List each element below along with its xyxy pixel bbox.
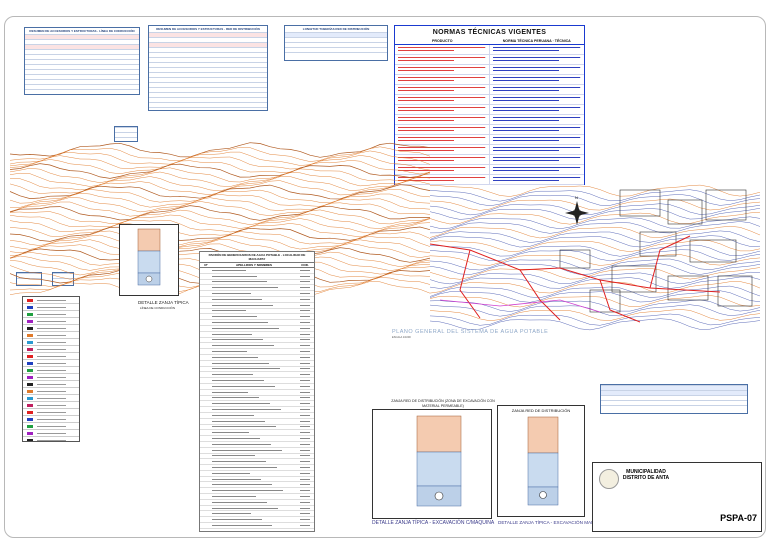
plan-scale: ESCALA 1/1000	[392, 336, 411, 339]
norms-row	[395, 135, 584, 145]
trench-section-manual	[527, 416, 559, 506]
trench-manual-caption: DETALLE ZANJA TÍPICA - EXCAVACIÓN MANUAL	[498, 520, 604, 525]
small-table-left-2	[52, 272, 74, 286]
legend-row	[23, 311, 79, 318]
title-block-entity: MUNICIPALIDAD DISTRITO DE ANTA	[622, 469, 670, 481]
trench-manual-title: ZANJA RED DE DISTRIBUCIÓN	[511, 408, 571, 413]
legend-row	[23, 332, 79, 339]
trench-left-sub: LÍNEA DE CONDUCCIÓN	[140, 306, 176, 310]
norms-row	[395, 145, 584, 155]
legend-row	[23, 297, 79, 304]
trench-red-title: ZANJA RED DE DISTRIBUCIÓN (ZONA DE EXCAV…	[391, 399, 495, 408]
norms-row	[395, 105, 584, 115]
norms-table: NORMAS TÉCNICAS VIGENTES PRODUCTO NORMA …	[394, 25, 585, 185]
norms-row	[395, 165, 584, 175]
legend-table	[22, 296, 80, 442]
trench-machine-caption: DETALLE ZANJA TÍPICA - EXCAVACIÓN C/MAQU…	[372, 520, 495, 526]
legend-row	[23, 346, 79, 353]
beneficiary-table: PADRÓN DE BENEFICIARIOS DE AGUA POTABLE …	[199, 251, 315, 532]
beneficiary-rows	[200, 268, 314, 531]
legend-row	[23, 395, 79, 402]
norms-row	[395, 95, 584, 105]
summary-table-2: RESUMEN DE ACCESORIOS Y ESTRUCTURAS · RE…	[148, 25, 268, 111]
legend-row	[23, 360, 79, 367]
title-block: MUNICIPALIDAD DISTRITO DE ANTA PSPA-07	[592, 462, 762, 532]
trench-detail-machine	[372, 409, 492, 519]
legend-row	[23, 402, 79, 409]
norms-row	[395, 125, 584, 135]
summary-table-1: RESUMEN DE ACCESORIOS Y ESTRUCTURAS · LÍ…	[24, 27, 140, 95]
small-table-mid	[114, 126, 138, 142]
legend-row	[23, 353, 79, 360]
legend-row	[23, 416, 79, 423]
norms-row	[395, 85, 584, 95]
legend-row	[23, 325, 79, 332]
plan-title: PLANO GENERAL DEL SISTEMA DE AGUA POTABL…	[392, 329, 549, 335]
small-table-left	[16, 272, 42, 286]
norms-row	[395, 45, 584, 55]
norms-col-norm: NORMA TÉCNICA PERUANA · TÉCNICA	[502, 39, 571, 43]
beneficiary-col-code: COD.	[301, 263, 309, 267]
legend-row	[23, 374, 79, 381]
legend-row	[23, 367, 79, 374]
norms-row	[395, 115, 584, 125]
norms-row	[395, 75, 584, 85]
municipal-seal	[599, 469, 619, 489]
beneficiary-row	[200, 529, 314, 531]
norms-header: PRODUCTO NORMA TÉCNICA PERUANA · TÉCNICA	[395, 38, 584, 45]
drawing-sheet: RESUMEN DE ACCESORIOS Y ESTRUCTURAS · LÍ…	[0, 0, 768, 542]
legend-row	[23, 423, 79, 430]
trench-detail-manual: ZANJA RED DE DISTRIBUCIÓN	[497, 405, 585, 517]
legend-row	[23, 339, 79, 346]
norms-row	[395, 55, 584, 65]
beneficiary-col-name: APELLIDOS Y NOMBRES	[235, 263, 273, 267]
legend-row	[23, 437, 79, 441]
sheet-code: PSPA-07	[720, 513, 757, 523]
legend-row	[23, 318, 79, 325]
trench-section-left	[137, 228, 161, 286]
trench-detail-left	[119, 224, 179, 296]
norms-row	[395, 175, 584, 185]
beneficiary-title: PADRÓN DE BENEFICIARIOS DE AGUA POTABLE …	[208, 253, 306, 261]
norms-rows	[395, 45, 584, 185]
legend-rows	[23, 297, 79, 441]
legend-row	[23, 388, 79, 395]
legend-row	[23, 304, 79, 311]
trench-left-caption: DETALLE ZANJA TÍPICA	[138, 300, 189, 305]
beneficiary-col-num: Nº	[204, 263, 208, 267]
norms-title: NORMAS TÉCNICAS VIGENTES	[432, 29, 547, 36]
norms-row	[395, 65, 584, 75]
norms-col-product: PRODUCTO	[432, 39, 453, 43]
legend-row	[23, 409, 79, 416]
trench-section-machine	[416, 415, 462, 507]
reservoir-table	[600, 384, 748, 414]
norms-row	[395, 155, 584, 165]
legend-row	[23, 430, 79, 437]
legend-row	[23, 381, 79, 388]
summary-table-3: LONGITUD TUBERÍAS RED DE DISTRIBUCIÓN	[284, 25, 388, 61]
